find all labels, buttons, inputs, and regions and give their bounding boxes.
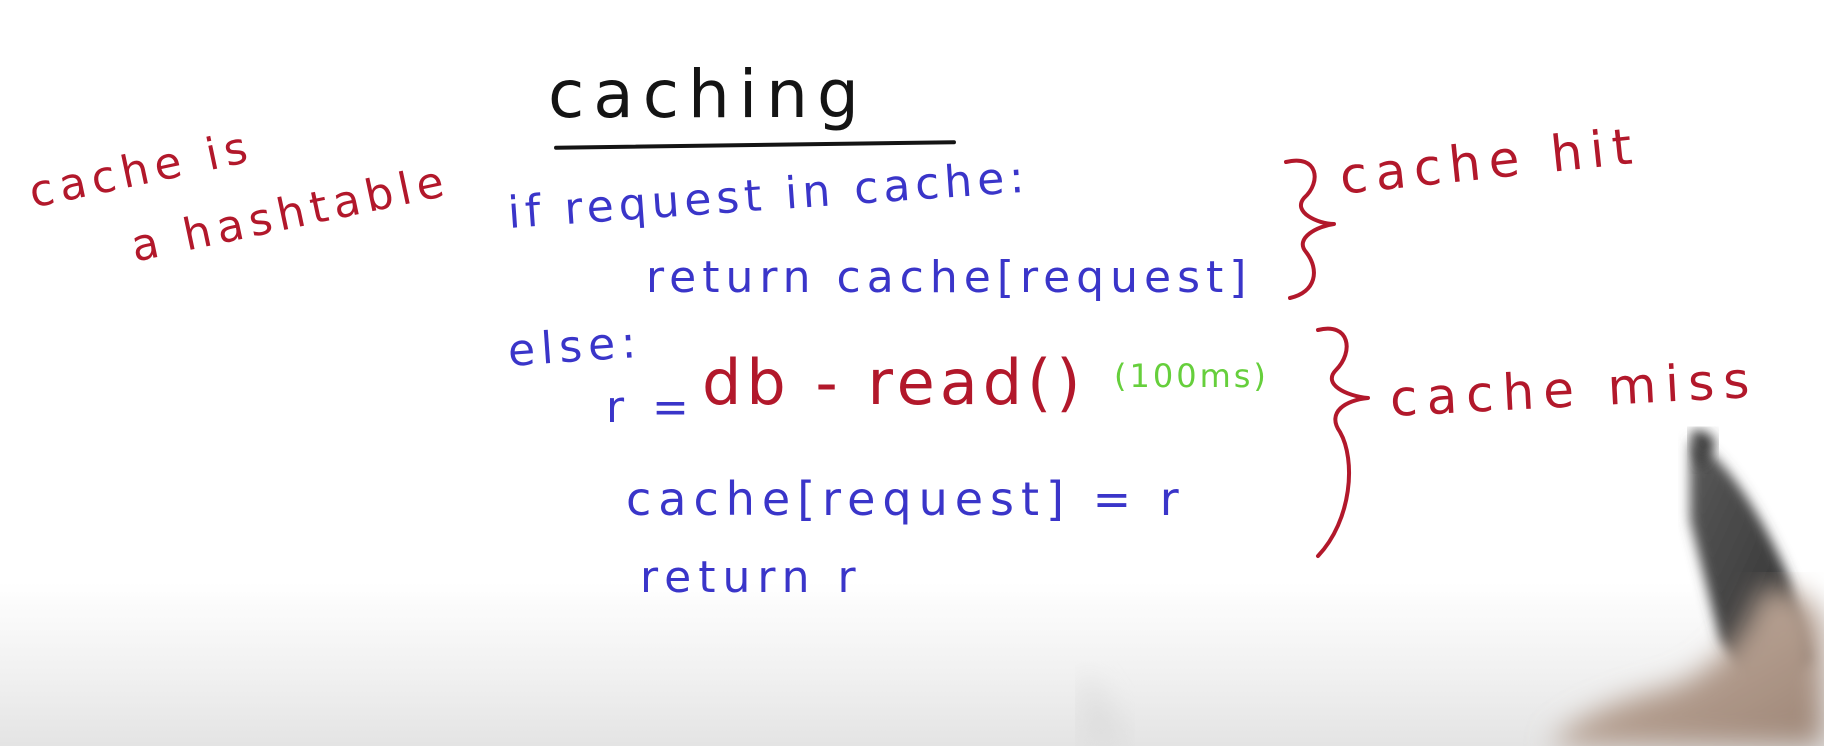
title-underline <box>553 140 957 150</box>
code-return-r-line: return r <box>640 552 863 603</box>
code-if-line: if request in cache: <box>506 151 1031 239</box>
timing-note: (100ms) <box>1114 357 1269 395</box>
code-r-variable: r <box>606 382 625 433</box>
cache-miss-label: cache miss <box>1388 350 1760 428</box>
hand-icon <box>1550 588 1824 746</box>
code-equals-sign: = <box>652 382 689 433</box>
code-else-line: else: <box>506 316 644 377</box>
cache-miss-brace <box>1316 326 1370 558</box>
marker-icon <box>1690 440 1810 700</box>
cache-hit-brace <box>1284 158 1336 300</box>
whiteboard: caching cache is a hashtable if request … <box>0 0 1824 746</box>
marker-tip-icon <box>1690 430 1716 470</box>
cache-hit-label: cache hit <box>1336 116 1643 206</box>
code-cache-assign-line: cache[request] = r <box>626 472 1186 526</box>
code-return-cached-line: return cache[request] <box>646 252 1253 303</box>
code-db-read-call: db - read() <box>702 346 1086 419</box>
title-text: caching <box>548 56 868 133</box>
